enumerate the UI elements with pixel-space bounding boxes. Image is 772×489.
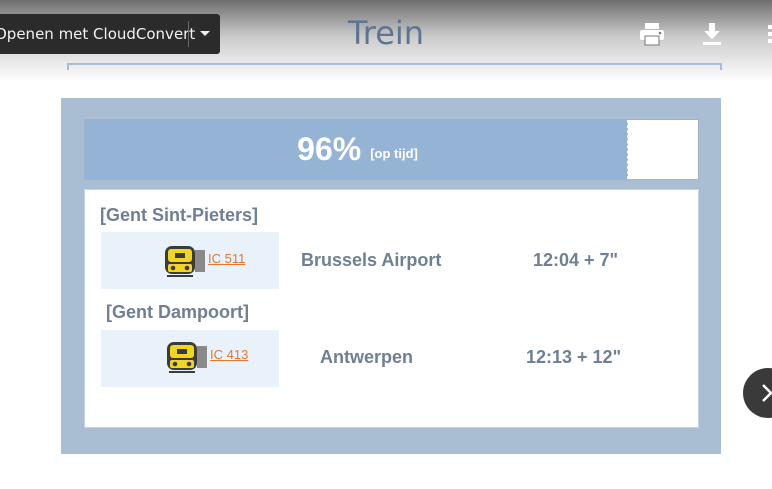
title-underline	[67, 63, 722, 70]
printer-icon[interactable]	[638, 20, 666, 48]
chevron-right-icon	[762, 384, 772, 402]
train-cell: IC 511	[101, 232, 279, 289]
more-vert-icon[interactable]	[758, 20, 772, 48]
punctuality-percent: 96%	[297, 131, 362, 167]
punctuality-text: 96% [op tijd]	[85, 120, 630, 179]
departure-time: 12:04 + 7"	[533, 250, 619, 270]
punctuality-note: [op tijd]	[370, 146, 418, 161]
train-cell: IC 413	[101, 330, 279, 387]
departure-time: 12:13 + 12"	[526, 347, 622, 367]
next-page-button[interactable]	[743, 368, 772, 418]
station-name: [Gent Sint-Pieters]	[100, 205, 259, 225]
punctuality-bar: 96% [op tijd]	[84, 119, 699, 180]
train-icon	[165, 246, 205, 277]
train-code-link[interactable]: IC 413	[210, 347, 248, 362]
station-name: [Gent Dampoort]	[106, 302, 249, 322]
train-code-link[interactable]: IC 511	[208, 251, 245, 266]
destination: Brussels Airport	[301, 250, 442, 270]
download-icon[interactable]	[698, 20, 726, 48]
destination: Antwerpen	[320, 347, 414, 367]
departures-list: [Gent Sint-Pieters] IC 511 Brussels Airp…	[84, 189, 699, 428]
train-icon	[167, 342, 207, 373]
